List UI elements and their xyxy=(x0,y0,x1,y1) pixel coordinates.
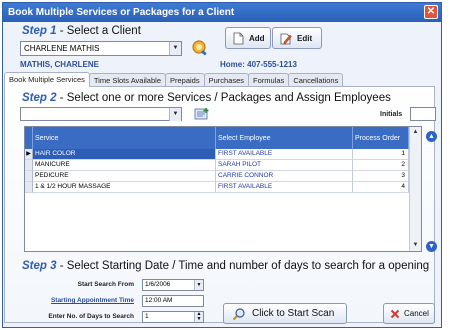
days-to-search-stepper[interactable]: 1 ▲ ▼ xyxy=(142,311,204,323)
order-cell[interactable]: 4 xyxy=(353,182,409,193)
order-cell[interactable]: 1 xyxy=(353,149,409,160)
client-select[interactable]: CHARLENE MATHIS ▼ xyxy=(20,41,182,56)
order-cell[interactable]: 3 xyxy=(353,171,409,182)
close-button[interactable]: ✕ xyxy=(424,5,438,19)
tab-book-multiple-services[interactable]: Book Multiple Services xyxy=(4,72,90,87)
client-search-button[interactable] xyxy=(190,38,210,58)
table-row[interactable]: PEDICURE CARRIE CONNOR 3 xyxy=(33,171,417,182)
grid-vertical-scrollbar[interactable]: ▲ ▼ xyxy=(409,127,421,251)
scroll-down-icon[interactable]: ▼ xyxy=(411,241,420,250)
service-cell[interactable]: 1 & 1/2 HOUR MASSAGE xyxy=(33,182,216,193)
services-grid: Service Select Employee Process Order ▶ … xyxy=(24,126,422,252)
starting-appointment-time-link[interactable]: Starting Appointment Time xyxy=(14,297,134,304)
tab-time-slots-available[interactable]: Time Slots Available xyxy=(88,73,166,87)
start-search-from-label: Start Search From xyxy=(77,281,134,288)
employee-cell[interactable]: SARAH PILOT xyxy=(216,160,353,171)
edit-button-label: Edit xyxy=(297,33,313,43)
step2-text: Select one or more Services / Packages a… xyxy=(66,92,391,104)
start-date-value: 1/6/2006 xyxy=(145,281,171,288)
service-select[interactable]: ▼ xyxy=(20,107,182,121)
start-date-select[interactable]: 1/6/2006 ▼ xyxy=(142,279,204,291)
step3-title: Step 3 - Select Starting Date / Time and… xyxy=(22,260,430,272)
start-time-value: 12:00 AM xyxy=(145,297,173,304)
client-name-label: MATHIS, CHARLENE xyxy=(20,60,99,69)
step1-number: Step 1 xyxy=(22,25,57,37)
start-scan-label: Click to Start Scan xyxy=(252,308,335,319)
service-cell[interactable]: PEDICURE xyxy=(33,171,216,182)
arrow-up-icon: ▲ xyxy=(428,133,435,140)
cancel-x-icon xyxy=(390,309,400,318)
table-row[interactable]: 1 & 1/2 HOUR MASSAGE FIRST AVAILABLE 4 xyxy=(33,182,417,193)
scroll-up-icon[interactable]: ▲ xyxy=(411,128,420,137)
service-cell[interactable]: MANICURE xyxy=(33,160,216,171)
search-client-icon xyxy=(192,40,207,56)
cancel-button[interactable]: Cancel xyxy=(383,303,435,324)
service-cell[interactable]: HAIR COLOR xyxy=(33,149,216,160)
initials-input[interactable] xyxy=(410,107,436,121)
tab-formulas[interactable]: Formulas xyxy=(248,73,290,87)
column-header-service[interactable]: Service xyxy=(33,127,216,149)
move-row-down-button[interactable]: ▼ xyxy=(426,241,437,252)
add-client-button[interactable]: Add xyxy=(225,27,271,49)
chevron-down-icon[interactable]: ▼ xyxy=(169,42,181,55)
tab-strip: Book Multiple Services Time Slots Availa… xyxy=(4,72,344,87)
grid-header: Service Select Employee Process Order xyxy=(25,127,409,149)
tab-purchases[interactable]: Purchases xyxy=(203,73,250,87)
current-row-indicator-icon: ▶ xyxy=(25,149,33,160)
days-to-search-value: 1 xyxy=(145,313,149,320)
edit-client-button[interactable]: Edit xyxy=(272,27,322,49)
step1-title: Step 1 - Select a Client xyxy=(22,25,141,37)
add-service-button[interactable] xyxy=(194,107,210,121)
table-row[interactable]: HAIR COLOR FIRST AVAILABLE 1 xyxy=(33,149,417,160)
step3-text: Select Starting Date / Time and number o… xyxy=(66,260,430,272)
initials-label: Initials xyxy=(380,111,403,118)
magnifier-icon xyxy=(232,307,245,320)
step2-title: Step 2 - Select one or more Services / P… xyxy=(22,92,391,104)
add-service-icon xyxy=(194,108,209,120)
step2-number: Step 2 xyxy=(22,92,57,104)
tab-cancellations[interactable]: Cancellations xyxy=(288,73,344,87)
cancel-label: Cancel xyxy=(404,309,429,318)
order-cell[interactable]: 2 xyxy=(353,160,409,171)
window-titlebar: Book Multiple Services or Packages for a… xyxy=(3,3,441,22)
employee-cell[interactable]: CARRIE CONNOR xyxy=(216,171,353,182)
employee-cell[interactable]: FIRST AVAILABLE xyxy=(216,149,353,160)
column-header-employee[interactable]: Select Employee xyxy=(216,127,353,149)
days-to-search-label: Enter No. of Days to Search xyxy=(48,313,134,320)
column-header-process-order[interactable]: Process Order xyxy=(353,127,409,149)
chevron-down-icon[interactable]: ▼ xyxy=(169,108,181,121)
start-time-input[interactable]: 12:00 AM xyxy=(142,295,204,307)
client-select-value: CHARLENE MATHIS xyxy=(24,44,100,53)
start-scan-button[interactable]: Click to Start Scan xyxy=(223,303,347,324)
window-title: Book Multiple Services or Packages for a… xyxy=(8,7,235,18)
table-row[interactable]: MANICURE SARAH PILOT 2 xyxy=(33,160,417,171)
spinner-arrows-icon[interactable]: ▲ ▼ xyxy=(194,312,203,322)
add-button-label: Add xyxy=(249,33,265,43)
add-document-icon xyxy=(233,32,244,44)
tab-prepaids[interactable]: Prepaids xyxy=(165,73,205,87)
client-phone-label: Home: 407-555-1213 xyxy=(220,60,297,69)
employee-cell[interactable]: FIRST AVAILABLE xyxy=(216,182,353,193)
chevron-down-icon[interactable]: ▼ xyxy=(194,280,203,290)
arrow-down-icon: ▼ xyxy=(428,243,435,250)
move-row-up-button[interactable]: ▲ xyxy=(426,131,437,142)
step1-text: Select a Client xyxy=(66,25,141,37)
edit-pencil-icon xyxy=(280,33,292,44)
step3-number: Step 3 xyxy=(22,260,57,272)
